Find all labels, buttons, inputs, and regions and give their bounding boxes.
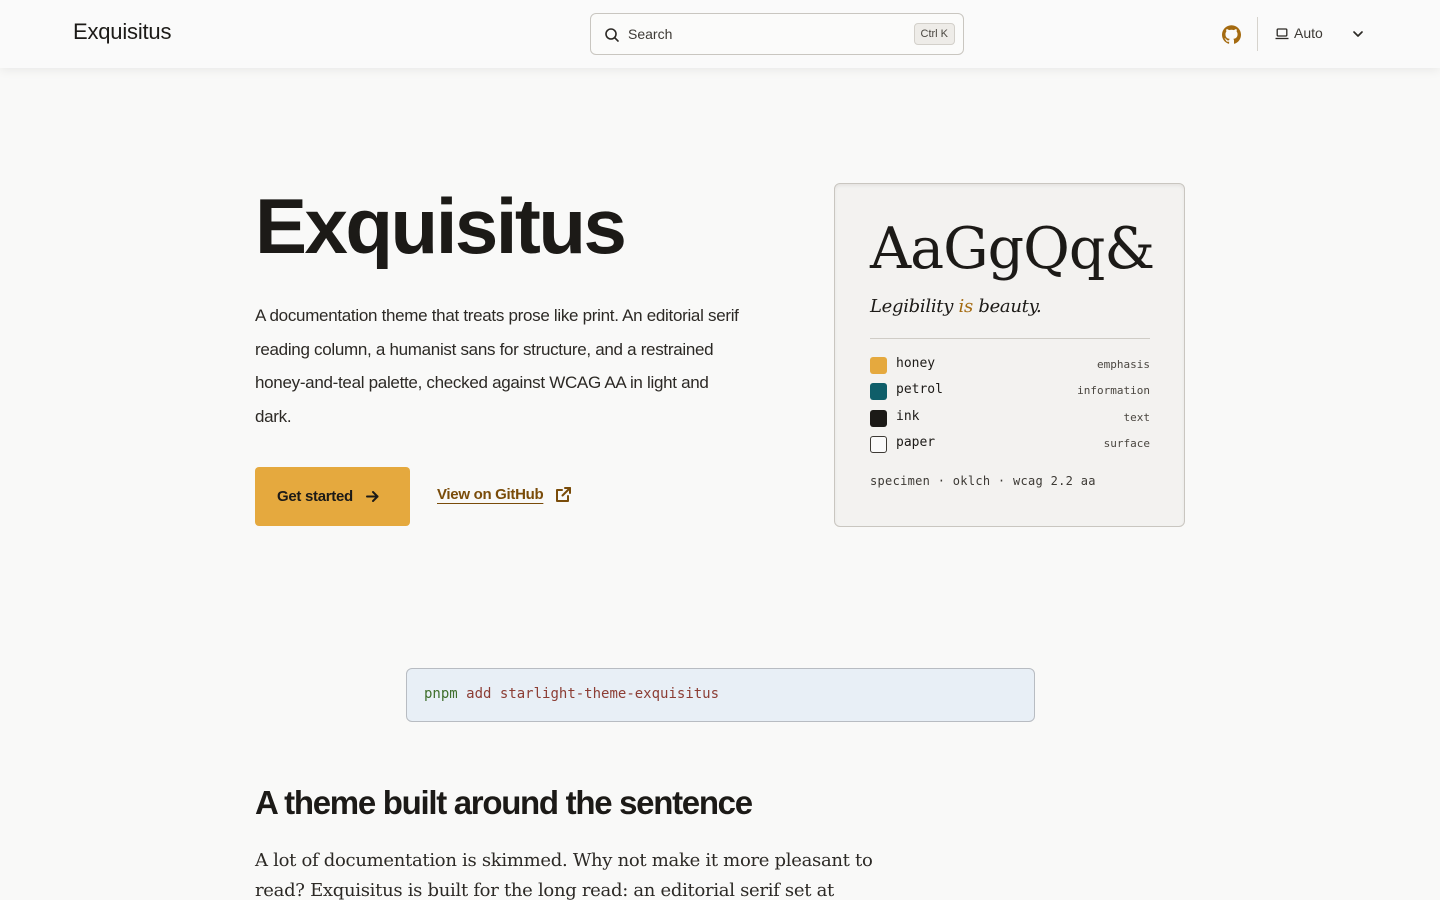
command-token: pnpm (424, 686, 458, 702)
swatch-role: surface (1103, 437, 1150, 450)
view-on-github-link[interactable]: View on GitHub (437, 485, 573, 504)
laptop-icon (1275, 28, 1289, 40)
swatch-row: paper surface (870, 435, 1150, 453)
swatch-row: petrol information (870, 382, 1150, 400)
swatch-role: information (1077, 384, 1150, 397)
swatch-name: ink (896, 409, 920, 424)
specimen-slogan: Legibility is beauty. (870, 296, 1042, 317)
search-label: Search (628, 26, 673, 42)
external-link-icon (556, 487, 572, 502)
slogan-accent: is (958, 296, 974, 317)
color-swatch (870, 410, 887, 427)
specimen-footer: specimen · oklch · wcag 2.2 aa (870, 474, 1096, 488)
package-token: starlight-theme-exquisitus (499, 686, 720, 702)
search-button[interactable]: Search Ctrl K (590, 13, 964, 55)
swatch-name: petrol (896, 382, 943, 397)
hero-tagline: A documentation theme that treats prose … (255, 306, 739, 426)
theme-select-value: Auto (1294, 25, 1323, 41)
theme-select[interactable]: Auto (1275, 24, 1367, 44)
section-paragraph: A lot of documentation is skimmed. Why n… (255, 850, 873, 900)
search-icon (605, 28, 619, 42)
swatch-name: paper (896, 435, 936, 450)
section-heading: A theme built around the sentence (255, 784, 753, 821)
swatch-role: emphasis (1097, 358, 1150, 371)
install-code-block[interactable]: pnpm add starlight-theme-exquisitus (406, 668, 1035, 722)
get-started-button[interactable]: Get started (255, 467, 410, 526)
slogan-end: beauty. (972, 296, 1042, 317)
swatch-row: ink text (870, 409, 1150, 427)
install-command: pnpm add starlight-theme-exquisitus (424, 686, 719, 702)
search-shortcut-badge: Ctrl K (913, 23, 955, 45)
view-on-github-label: View on GitHub (437, 486, 544, 503)
color-swatch (870, 383, 887, 400)
site-header: Exquisitus Search Ctrl K Auto (0, 0, 1440, 68)
slogan-start: Legibility (870, 296, 959, 317)
swatch-row: honey emphasis (870, 356, 1150, 374)
subcommand-token: add (466, 686, 492, 702)
hero-title: Exquisitus (255, 182, 627, 270)
site-title-link[interactable]: Exquisitus (73, 19, 171, 45)
swatch-role: text (1123, 411, 1151, 424)
color-swatch (870, 436, 887, 453)
github-icon[interactable] (1222, 25, 1241, 44)
specimen-glyphs: AaGgQq& (870, 216, 1155, 282)
arrow-right-icon (365, 491, 379, 502)
swatch-name: honey (896, 356, 936, 371)
color-swatch (870, 357, 887, 374)
type-specimen-card: AaGgQq& Legibility is beauty. honey emph… (834, 183, 1185, 527)
specimen-divider (870, 338, 1150, 339)
chevron-down-icon (1353, 31, 1363, 37)
get-started-label: Get started (277, 488, 353, 505)
header-divider (1257, 17, 1258, 51)
